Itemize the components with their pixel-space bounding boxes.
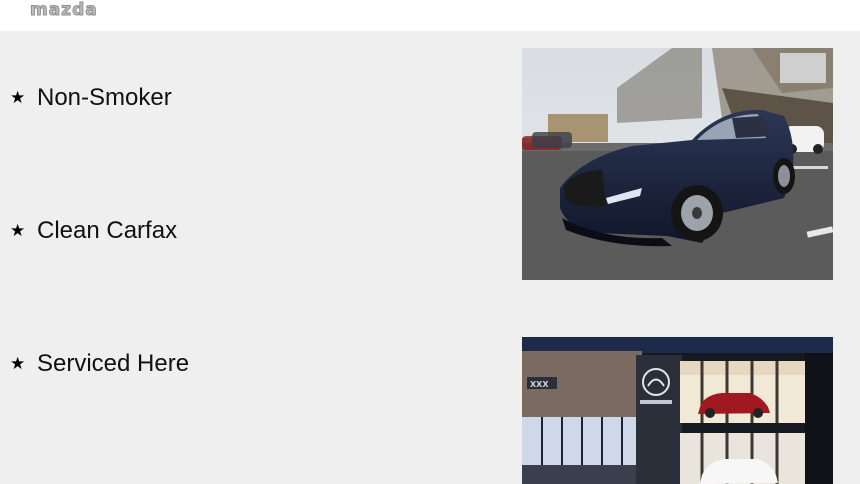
- vehicle-photo[interactable]: [522, 48, 833, 280]
- feature-item-clean-carfax: ★ Clean Carfax: [10, 216, 177, 246]
- dealership-photo-art: XXX: [522, 337, 833, 484]
- star-icon: ★: [10, 221, 26, 241]
- star-icon: ★: [10, 88, 26, 108]
- vehicle-photo-art: [522, 48, 833, 280]
- feature-item-non-smoker: ★ Non-Smoker: [10, 83, 172, 113]
- svg-text:XXX: XXX: [530, 380, 549, 389]
- feature-label: Non-Smoker: [37, 84, 172, 111]
- star-icon: ★: [10, 354, 26, 374]
- logo-wordmark: mazda: [30, 0, 98, 20]
- feature-label: Clean Carfax: [37, 217, 178, 244]
- header-bar: mazda: [0, 0, 860, 31]
- mazda-logo[interactable]: mazda: [30, 0, 122, 20]
- dealership-photo[interactable]: XXX: [522, 337, 833, 484]
- feature-item-serviced-here: ★ Serviced Here: [10, 349, 189, 379]
- feature-label: Serviced Here: [37, 350, 190, 377]
